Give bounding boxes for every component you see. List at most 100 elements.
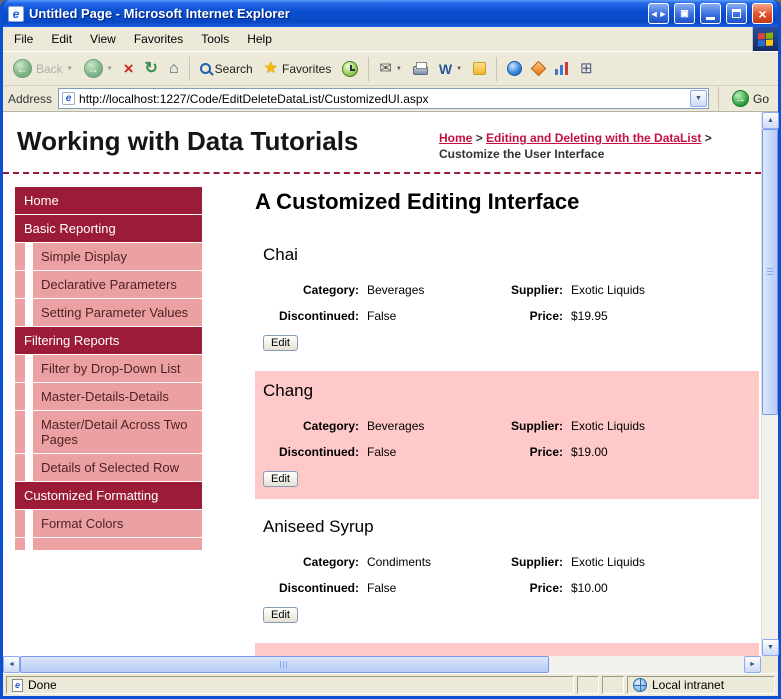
home-button[interactable]: ⌂	[165, 59, 183, 79]
toolbar-separator	[368, 56, 370, 81]
nav-indent-sliver	[15, 271, 25, 299]
breadcrumb: Home > Editing and Deleting with the Dat…	[439, 126, 747, 162]
menu-bar: File Edit View Favorites Tools Help	[3, 27, 778, 52]
window-arrows-button[interactable]: ◄►	[648, 3, 669, 24]
forward-button[interactable]: → ▼	[80, 57, 117, 80]
vertical-scroll-thumb[interactable]	[762, 129, 778, 415]
vertical-scrollbar[interactable]: ▲ ▼	[761, 112, 779, 656]
edit-button[interactable]: Edit	[263, 335, 298, 352]
supplier-label: Supplier:	[510, 555, 563, 570]
print-button[interactable]	[409, 60, 432, 77]
back-icon: ←	[13, 59, 32, 78]
status-panel: e Done	[6, 676, 574, 694]
sidebar-item-master-detail-across-two-pages[interactable]: Master/Detail Across Two Pages	[33, 411, 202, 454]
product-item-partial: Chef Anton's Cajun Seasoning	[255, 643, 759, 656]
stop-icon: ×	[123, 59, 134, 78]
refresh-button[interactable]: ↻	[141, 59, 162, 79]
sidebar-item-setting-parameter-values[interactable]: Setting Parameter Values	[33, 299, 202, 327]
horizontal-scroll-track[interactable]	[20, 656, 744, 673]
address-dropdown-button[interactable]: ▼	[689, 90, 707, 107]
nav-indent-gap	[25, 355, 33, 382]
menu-favorites[interactable]: Favorites	[125, 28, 192, 50]
scroll-up-button[interactable]: ▲	[762, 112, 779, 129]
sidebar-item-details-of-selected-row[interactable]: Details of Selected Row	[33, 454, 202, 482]
nav-indent-gap	[25, 383, 33, 410]
mail-dropdown-icon: ▼	[395, 65, 402, 72]
windows-logo	[752, 27, 778, 51]
browser-window: e Untitled Page - Microsoft Internet Exp…	[0, 0, 781, 699]
edit-button[interactable]: Edit	[263, 471, 298, 488]
discuss-button[interactable]	[469, 60, 490, 77]
sidebar-item-home[interactable]: Home	[15, 187, 202, 215]
vertical-scroll-track[interactable]	[762, 129, 778, 639]
menu-edit[interactable]: Edit	[42, 28, 81, 50]
sidebar-header-filtering-reports[interactable]: Filtering Reports	[15, 327, 202, 355]
category-label: Category:	[302, 419, 359, 434]
window-restore-small-button[interactable]: ▣	[674, 3, 695, 24]
status-panel-small	[577, 676, 599, 694]
page-favicon: e	[62, 92, 76, 105]
favorites-label: Favorites	[281, 61, 332, 76]
close-button[interactable]: ×	[752, 3, 773, 24]
menu-tools[interactable]: Tools	[192, 28, 238, 50]
ie-app-icon: e	[8, 5, 24, 22]
horizontal-scrollbar[interactable]: ◄ ►	[3, 656, 778, 673]
menu-file[interactable]: File	[5, 28, 42, 50]
nav-indent-sliver	[15, 355, 25, 383]
product-item: Chai Category: Beverages Supplier: Exoti…	[255, 235, 759, 363]
search-button[interactable]: Search	[196, 60, 257, 78]
category-label: Category:	[302, 555, 359, 570]
favorites-button[interactable]: ★ Favorites	[260, 59, 336, 79]
sidebar-item-declarative-parameters[interactable]: Declarative Parameters	[33, 271, 202, 299]
breadcrumb-link-home[interactable]: Home	[439, 131, 472, 145]
scroll-right-button[interactable]: ►	[744, 656, 761, 673]
sidebar-row: Declarative Parameters	[15, 271, 202, 299]
home-icon: ⌂	[168, 59, 179, 77]
menu-view[interactable]: View	[81, 28, 125, 50]
sidebar-item-master-details-details[interactable]: Master-Details-Details	[33, 383, 202, 411]
history-button[interactable]	[338, 59, 362, 79]
windows-flag-icon	[758, 31, 773, 47]
sidebar-item-simple-display[interactable]: Simple Display	[33, 243, 202, 271]
address-input[interactable]	[79, 89, 686, 108]
breadcrumb-link-section[interactable]: Editing and Deleting with the DataList	[486, 131, 701, 145]
go-label: Go	[752, 91, 769, 106]
go-button[interactable]: → Go	[728, 89, 773, 108]
status-panel-small	[602, 676, 624, 694]
sidebar-item-format-colors[interactable]: Format Colors	[33, 510, 202, 538]
maximize-button[interactable]	[726, 3, 747, 24]
messenger-globe-icon	[507, 61, 523, 76]
media-button[interactable]	[529, 60, 548, 77]
nav-indent-sliver	[15, 243, 25, 271]
sidebar-row: Simple Display	[15, 243, 202, 271]
chart-button[interactable]	[551, 60, 573, 77]
discontinued-value: False	[367, 309, 397, 324]
site-title: Working with Data Tutorials	[17, 126, 359, 156]
horizontal-scroll-thumb[interactable]	[20, 656, 549, 673]
edit-button[interactable]: Edit	[263, 607, 298, 624]
supplier-value: Exotic Liquids	[571, 283, 646, 298]
media-diamond-icon	[530, 60, 547, 77]
edit-with-word-button[interactable]: W ▼	[435, 60, 466, 78]
discontinued-label: Discontinued:	[279, 309, 359, 324]
back-button[interactable]: ← Back ▼	[9, 57, 77, 80]
supplier-label: Supplier:	[510, 419, 563, 434]
sidebar-item-filter-by-dropdown-list[interactable]: Filter by Drop-Down List	[33, 355, 202, 383]
product-item: Aniseed Syrup Category: Condiments Suppl…	[255, 507, 759, 635]
breadcrumb-current: Customize the User Interface	[439, 147, 605, 162]
stop-button[interactable]: ×	[120, 58, 138, 79]
messenger-button[interactable]	[503, 59, 526, 78]
scroll-left-button[interactable]: ◄	[3, 656, 20, 673]
sidebar-header-basic-reporting[interactable]: Basic Reporting	[15, 215, 202, 243]
sidebar-item-partial[interactable]	[33, 538, 202, 551]
scroll-down-button[interactable]: ▼	[762, 639, 779, 656]
minimize-button[interactable]	[700, 3, 721, 24]
menu-help[interactable]: Help	[238, 28, 281, 50]
page-document-icon: e	[12, 678, 23, 692]
product-fields: Category: Beverages Supplier: Exotic Liq…	[263, 419, 751, 459]
price-value: $19.00	[571, 445, 608, 460]
mail-button[interactable]: ✉ ▼	[375, 59, 406, 78]
grid-button[interactable]: ⊞	[576, 59, 597, 78]
sidebar-header-customized-formatting[interactable]: Customized Formatting	[15, 482, 202, 510]
nav-indent-sliver	[15, 299, 25, 327]
